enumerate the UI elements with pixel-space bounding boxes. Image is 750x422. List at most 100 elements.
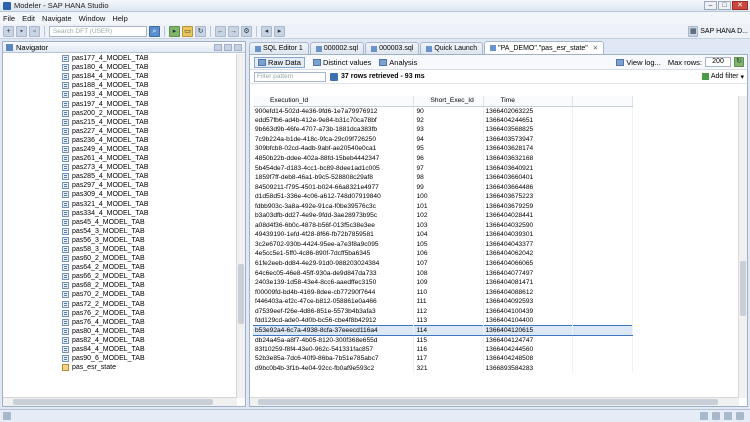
table-cell[interactable]: 1366404039301: [483, 230, 573, 240]
table-cell[interactable]: 1366404124747: [483, 335, 573, 345]
tree-item[interactable]: pas285_4_MODEL_TAB: [3, 172, 237, 181]
table-row[interactable]: 900efd14-502d-4e36-9fd6-1e7a79976912 90 13…: [253, 106, 633, 116]
tree-item[interactable]: pas200_2_MODEL_TAB: [3, 109, 237, 118]
table-cell[interactable]: 1366404062042: [483, 249, 573, 259]
menu-file[interactable]: File: [3, 14, 15, 23]
table-row[interactable]: b53e92a4-6c7a-4938-8cfa-37eeecd116a4 114 1…: [253, 325, 633, 336]
navigator-horizontal-scrollbar[interactable]: [3, 397, 237, 406]
table-cell[interactable]: 1366404043377: [483, 239, 573, 250]
tree-item[interactable]: pas82_4_MODEL_TAB: [3, 336, 237, 345]
table-cell[interactable]: 7c9b224a-b1de-418c-9fca-29c09f726250: [253, 134, 414, 145]
minimize-button[interactable]: –: [704, 1, 717, 10]
table-row[interactable]: b3a03dfb-dd27-4e9e-9fdd-3ae28973b95c 102 1…: [253, 211, 633, 221]
table-cell[interactable]: 1859f7ff-deb8-46a1-b9c5-528808c29af8: [253, 172, 414, 183]
tree-item[interactable]: pas184_4_MODEL_TAB: [3, 72, 237, 81]
table-cell[interactable]: f446403a-ef2c-47ce-b812-058861e0a466: [253, 296, 414, 307]
print-icon[interactable]: ▫: [29, 25, 40, 37]
table-row[interactable]: 4850b22b-ddee-402a-88fd-15beb4442347 96 13…: [253, 153, 633, 164]
table-row[interactable]: 52b3e85a-7dc6-40f9-86ba-7b51e785abc7 117 1…: [253, 354, 633, 364]
table-cell[interactable]: 52b3e85a-7dc6-40f9-86ba-7b51e785abc7: [253, 354, 414, 364]
table-cell[interactable]: 2403e139-1d58-43e4-8cc6-aaedffec3150: [253, 277, 414, 288]
maximize-button[interactable]: □: [718, 1, 731, 10]
tree-item[interactable]: pas321_4_MODEL_TAB: [3, 200, 237, 209]
table-cell[interactable]: 9b663d9b-46fe-4707-a73b-1881dca383fb: [253, 125, 414, 135]
table-row[interactable]: a08d4f36-6b0c-4878-b56f-013f5c38e3ee 103 1…: [253, 220, 633, 231]
scroll-thumb[interactable]: [258, 399, 718, 405]
heap-icon[interactable]: [724, 412, 732, 420]
table-row[interactable]: f00009fd-bd4b-4169-8dee-cb77290f7644 110 1…: [253, 287, 633, 297]
table-cell[interactable]: 101: [413, 201, 484, 212]
tree-item[interactable]: pas60_2_MODEL_TAB: [3, 254, 237, 263]
table-row[interactable]: 84509211-f795-4501-b024-66a8321e4977 99 13…: [253, 182, 633, 192]
table-cell[interactable]: 106: [413, 249, 484, 259]
analysis-tab[interactable]: Analysis: [379, 58, 417, 67]
table-row[interactable]: 3c2e6702-930b-4424-95ee-a7e3f8a9c095 105 1…: [253, 239, 633, 250]
table-cell[interactable]: 110: [413, 287, 484, 297]
editor-tab[interactable]: 000002.sql: [309, 42, 365, 54]
view-log-button[interactable]: View log...: [616, 58, 661, 67]
table-cell[interactable]: d7539eef-f26e-4d86-851e-5573b4b3afa3: [253, 306, 414, 317]
forward-icon[interactable]: →: [228, 25, 239, 37]
table-cell[interactable]: 61fe2eeb-dd84-4e29-91d0-988203024384: [253, 258, 414, 269]
table-row[interactable]: 4e5cc5e1-5ff0-4c86-890f-7dcff5ba6345 106 1…: [253, 249, 633, 259]
tree-item[interactable]: pas84_4_MODEL_TAB: [3, 345, 237, 354]
table-cell[interactable]: 3c2e6702-930b-4424-95ee-a7e3f8a9c095: [253, 239, 414, 250]
table-cell[interactable]: 105: [413, 239, 484, 250]
filter-pattern-input[interactable]: Filter pattern: [254, 71, 326, 82]
refresh-icon[interactable]: ↻: [195, 25, 206, 37]
menu-window[interactable]: Window: [79, 14, 106, 23]
table-cell[interactable]: 1366404244651: [483, 115, 573, 126]
table-row[interactable]: 1859f7ff-deb8-46a1-b9c5-528808c29af8 98 13…: [253, 172, 633, 183]
table-cell[interactable]: 49439190-1efd-4f28-8f66-fb72b7859581: [253, 230, 414, 240]
tree-item[interactable]: pas334_4_MODEL_TAB: [3, 209, 237, 218]
table-cell[interactable]: 96: [413, 153, 484, 164]
max-rows-input[interactable]: 200: [705, 57, 731, 67]
table-cell[interactable]: 107: [413, 258, 484, 269]
tree-item[interactable]: pas58_3_MODEL_TAB: [3, 245, 237, 254]
table-row[interactable]: edd57fb6-ad4b-412e-9e84-b31c70ca78bf 92 13…: [253, 115, 633, 126]
tree-item[interactable]: pas66_2_MODEL_TAB: [3, 272, 237, 281]
menu-edit[interactable]: Edit: [22, 14, 35, 23]
scroll-thumb[interactable]: [740, 261, 746, 316]
table-cell[interactable]: 93: [413, 125, 484, 135]
tree-item[interactable]: pas177_4_MODEL_TAB: [3, 54, 237, 63]
table-cell[interactable]: db24a45a-a8f7-4b05-8120-300f368e655d: [253, 335, 414, 345]
table-cell[interactable]: 1366404092593: [483, 296, 573, 307]
column-header-time[interactable]: Time: [483, 96, 573, 107]
menu-help[interactable]: Help: [112, 14, 127, 23]
run-icon[interactable]: ▸: [169, 25, 180, 37]
table-cell[interactable]: 1366404088612: [483, 287, 573, 297]
add-filter-button[interactable]: Add filter ▾: [701, 73, 747, 81]
tree-item[interactable]: pas180_4_MODEL_TAB: [3, 63, 237, 72]
settings-icon[interactable]: ⚙: [241, 25, 252, 37]
tree-item[interactable]: pas_esr_state: [3, 363, 237, 372]
tree-item[interactable]: pas68_2_MODEL_TAB: [3, 281, 237, 290]
tree-item[interactable]: pas188_4_MODEL_TAB: [3, 81, 237, 90]
table-cell[interactable]: 900efd14-502d-4e36-9fd6-1e7a79976912: [253, 106, 414, 116]
grid-vertical-scrollbar[interactable]: [738, 96, 747, 398]
table-row[interactable]: 7c9b224a-b1de-418c-9fca-29c09f726250 94 13…: [253, 134, 633, 145]
tree-item[interactable]: pas76_2_MODEL_TAB: [3, 309, 237, 318]
editor-tab[interactable]: SQL Editor 1: [249, 42, 309, 54]
table-cell[interactable]: fdbb903c-3a8a-492e-91ca-f0be39576c3c: [253, 201, 414, 212]
table-row[interactable]: 61fe2eeb-dd84-4e29-91d0-988203024384 107 1…: [253, 258, 633, 269]
table-cell[interactable]: 114: [413, 325, 484, 336]
tree-item[interactable]: pas64_2_MODEL_TAB: [3, 263, 237, 272]
table-cell[interactable]: 94: [413, 134, 484, 145]
table-cell[interactable]: b3a03dfb-dd27-4e9e-9fdd-3ae28973b95c: [253, 211, 414, 221]
table-cell[interactable]: 1366404104400: [483, 316, 573, 326]
table-row[interactable]: db24a45a-a8f7-4b05-8120-300f368e655d 115 1…: [253, 335, 633, 345]
tree-item[interactable]: pas54_3_MODEL_TAB: [3, 227, 237, 236]
tree-item[interactable]: pas76_4_MODEL_TAB: [3, 318, 237, 327]
table-cell[interactable]: 5b454de7-d183-4cc1-bc89-8dee1ad1c005: [253, 163, 414, 173]
close-button[interactable]: ✕: [732, 1, 748, 10]
tree-item[interactable]: pas193_4_MODEL_TAB: [3, 90, 237, 99]
close-tab-icon[interactable]: ✕: [593, 43, 598, 54]
table-cell[interactable]: 109: [413, 277, 484, 288]
table-cell[interactable]: 1366404248508: [483, 354, 573, 364]
refresh-data-icon[interactable]: ↻: [734, 57, 744, 67]
editor-tab[interactable]: "PA_DEMO"."pas_esr_state" ✕: [484, 41, 605, 54]
navigate-back-icon[interactable]: ◂: [261, 25, 272, 37]
tree-item[interactable]: pas309_4_MODEL_TAB: [3, 190, 237, 199]
table-cell[interactable]: b53e92a4-6c7a-4938-8cfa-37eeecd116a4: [253, 325, 414, 336]
